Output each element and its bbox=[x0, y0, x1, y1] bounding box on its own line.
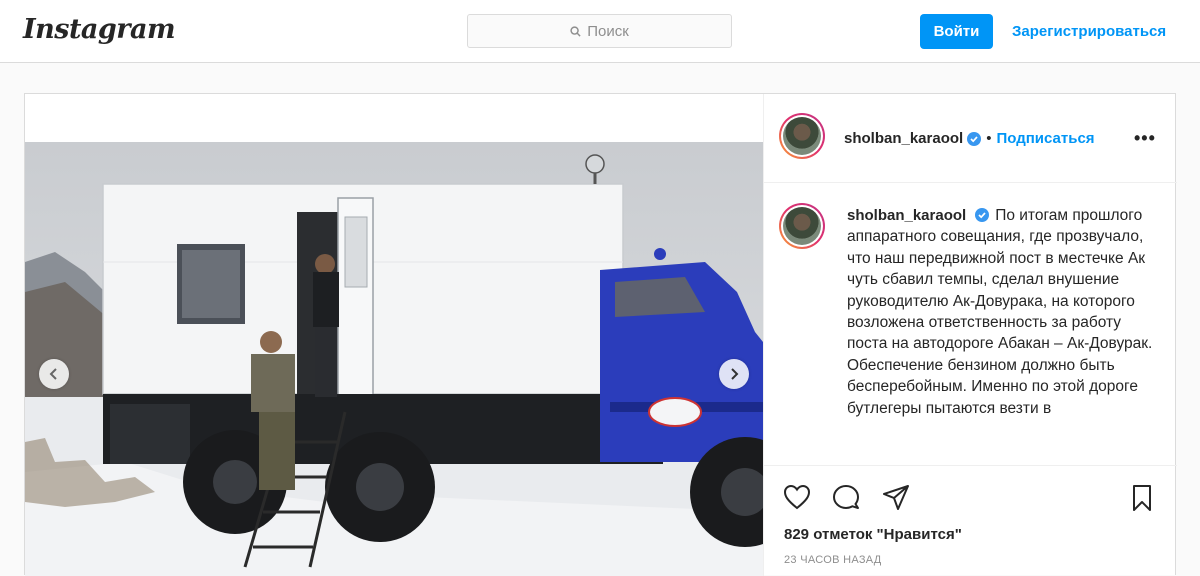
login-button[interactable]: Войти bbox=[920, 14, 993, 49]
avatar[interactable] bbox=[779, 113, 825, 159]
heart-icon[interactable] bbox=[783, 484, 811, 510]
chevron-right-icon bbox=[731, 368, 739, 380]
search-icon bbox=[570, 25, 581, 37]
search-input[interactable]: Поиск bbox=[467, 14, 732, 48]
separator-dot: • bbox=[986, 130, 992, 147]
top-navigation-bar: Instagram Поиск Войти Зарегистрироваться bbox=[0, 0, 1200, 63]
register-link[interactable]: Зарегистрироваться bbox=[1012, 23, 1166, 40]
post-timestamp[interactable]: 23 ЧАСОВ НАЗАД bbox=[784, 554, 882, 566]
bookmark-icon[interactable] bbox=[1129, 484, 1155, 512]
verified-icon bbox=[975, 208, 990, 222]
post-media[interactable] bbox=[25, 94, 763, 576]
author-username[interactable]: sholban_karaool bbox=[844, 130, 963, 147]
chevron-left-icon bbox=[49, 368, 57, 380]
instagram-logo[interactable]: Instagram bbox=[23, 14, 176, 45]
post-actions: 829 отметок "Нравится" 23 ЧАСОВ НАЗАД bbox=[764, 465, 1177, 576]
post-sidebar: sholban_karaool • Подписаться ••• sholba… bbox=[763, 94, 1177, 576]
next-photo-button[interactable] bbox=[719, 359, 749, 389]
share-icon[interactable] bbox=[882, 484, 910, 512]
caption-text: По итогам прошлого аппаратного совещания… bbox=[847, 207, 1153, 417]
caption-avatar[interactable] bbox=[779, 203, 825, 249]
likes-count[interactable]: 829 отметок "Нравится" bbox=[784, 526, 962, 543]
verified-icon bbox=[967, 131, 982, 146]
post-caption: sholban_karaool По итогам прошлого аппар… bbox=[847, 205, 1157, 419]
more-options-icon[interactable]: ••• bbox=[1134, 128, 1156, 149]
post-header: sholban_karaool • Подписаться ••• bbox=[764, 94, 1177, 183]
caption-username[interactable]: sholban_karaool bbox=[847, 207, 966, 224]
comment-icon[interactable] bbox=[832, 484, 860, 512]
search-placeholder: Поиск bbox=[587, 22, 629, 40]
caption-area: sholban_karaool По итогам прошлого аппар… bbox=[764, 183, 1177, 465]
previous-photo-button[interactable] bbox=[39, 359, 69, 389]
truck-photo bbox=[25, 142, 763, 576]
post-card: sholban_karaool • Подписаться ••• sholba… bbox=[24, 93, 1177, 576]
follow-button[interactable]: Подписаться bbox=[996, 130, 1094, 147]
